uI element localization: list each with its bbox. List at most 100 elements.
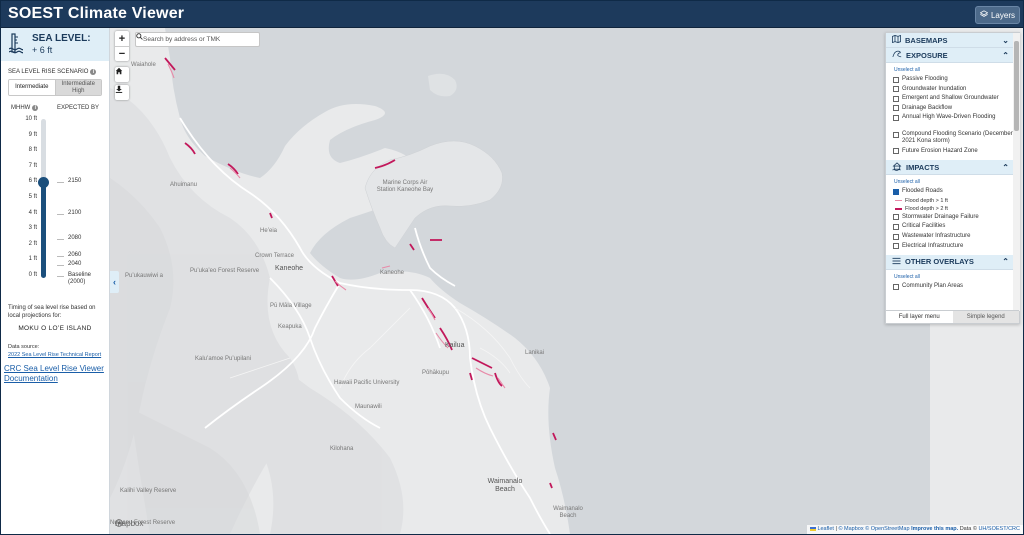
- map-place-label: Waimanalo Beach: [487, 478, 523, 494]
- zoom-in-button[interactable]: +: [115, 31, 129, 46]
- mhhw-label: MHHW: [11, 105, 31, 111]
- documentation-link[interactable]: CRC Sea Level Rise Viewer Documentation: [4, 364, 108, 383]
- year-tick-mark: [57, 182, 64, 184]
- island-name: MOKU O LOʻE ISLAND: [18, 325, 92, 332]
- overlay-layer-item[interactable]: Community Plan Areas: [886, 282, 1013, 292]
- tab-full-layer-menu[interactable]: Full layer menu: [886, 311, 953, 323]
- map-place-label: Ahuimanu: [170, 182, 198, 188]
- section-exposure[interactable]: EXPOSURE ⌃: [886, 48, 1013, 63]
- sea-level-tick-label: 8 ft: [28, 147, 37, 154]
- impact-layer-item[interactable]: Wastewater Infrastructure: [886, 232, 1013, 242]
- download-button[interactable]: [115, 85, 129, 100]
- mapbox-attribution-link[interactable]: © Mapbox: [838, 526, 863, 532]
- checkbox[interactable]: [893, 131, 899, 138]
- exposure-layer-item[interactable]: Passive Flooding: [886, 75, 1013, 85]
- layer-label: Community Plan Areas: [902, 283, 964, 290]
- scenario-label: SEA LEVEL RISE SCENARIO i: [8, 69, 97, 75]
- data-credit: Data ©: [959, 526, 977, 532]
- exposure-layer-item[interactable]: Groundwater Inundation: [886, 85, 1013, 95]
- other-overlays-title: OTHER OVERLAYS: [905, 257, 974, 267]
- map-place-label: Keapuka: [278, 324, 302, 330]
- scrollbar-thumb[interactable]: [1014, 41, 1019, 131]
- improve-map-link[interactable]: Improve this map.: [911, 526, 958, 532]
- section-basemaps[interactable]: BASEMAPS ⌄: [886, 33, 1013, 48]
- exposure-unselect-all[interactable]: Unselect all: [886, 63, 1013, 75]
- info-icon[interactable]: i: [90, 69, 97, 75]
- exposure-layer-item[interactable]: Emergent and Shallow Groundwater: [886, 94, 1013, 104]
- layer-label: Passive Flooding: [902, 76, 948, 83]
- checkbox[interactable]: [893, 283, 899, 290]
- map-place-label: Maunawili: [355, 404, 382, 410]
- exposure-layer-item[interactable]: Drainage Backflow: [886, 104, 1013, 114]
- map-place-label: Puʻukaʻeo Forest Reserve: [190, 268, 260, 274]
- scenario-intermediate-button[interactable]: Intermediate: [9, 80, 56, 95]
- app-title: SOEST Climate Viewer: [8, 5, 185, 22]
- timing-description: Timing of sea level rise based on local …: [8, 305, 96, 320]
- checkbox[interactable]: [893, 148, 899, 155]
- checkbox[interactable]: [893, 233, 899, 240]
- zoom-out-button[interactable]: −: [115, 46, 129, 61]
- map-place-label: Puʻukauwiwi a: [125, 273, 164, 279]
- impact-layer-item[interactable]: Stormwater Drainage Failure: [886, 213, 1013, 223]
- exposure-title: EXPOSURE: [906, 50, 948, 60]
- impact-layer-item[interactable]: Critical Facilities: [886, 222, 1013, 232]
- osm-link[interactable]: © OpenStreetMap: [865, 526, 909, 532]
- checkbox[interactable]: [893, 114, 899, 121]
- checkbox[interactable]: [893, 214, 899, 221]
- year-tick-mark: [57, 276, 64, 277]
- layer-label: Critical Facilities: [902, 223, 946, 230]
- info-icon[interactable]: i: [32, 105, 39, 111]
- year-label: 2080: [68, 234, 82, 241]
- zoom-control: + −: [115, 31, 129, 61]
- exposure-layer-item[interactable]: Future Erosion Hazard Zone: [886, 147, 1013, 157]
- map-place-label: Kailua: [445, 342, 465, 349]
- sea-level-tick-label: 10 ft: [25, 116, 37, 122]
- impacts-unselect-all[interactable]: Unselect all: [886, 175, 1013, 187]
- sea-level-tick-label: 3 ft: [28, 225, 37, 232]
- data-source-link[interactable]: 2022 Sea Level Rise Technical Report: [8, 352, 101, 358]
- layers-panel: BASEMAPS ⌄ EXPOSURE ⌃ Unselect all Passi…: [885, 32, 1020, 324]
- chevron-up-icon: ⌃: [1002, 257, 1009, 267]
- checkbox[interactable]: [893, 223, 899, 230]
- section-impacts[interactable]: IMPACTS ⌃: [886, 160, 1013, 176]
- soest-link[interactable]: UH/SOEST/CRC: [978, 526, 1020, 532]
- search-input[interactable]: [143, 36, 251, 43]
- exposure-layer-item[interactable]: Annual High Wave-Driven Flooding: [886, 113, 1013, 123]
- layer-label: Flooded Roads: [902, 188, 943, 195]
- app-window: SOEST Climate Viewer Layers SEA LEVEL: +…: [1, 1, 1023, 534]
- basemaps-title: BASEMAPS: [905, 35, 948, 45]
- legend-line-dark: [895, 207, 902, 210]
- leaflet-link[interactable]: Leaflet: [817, 526, 834, 532]
- checkbox[interactable]: [893, 95, 899, 102]
- home-button[interactable]: [115, 67, 129, 82]
- checkbox[interactable]: [893, 76, 899, 83]
- sea-level-tick-label: 2 ft: [28, 240, 37, 247]
- tab-simple-legend[interactable]: Simple legend: [952, 311, 1019, 323]
- layers-button[interactable]: Layers: [975, 6, 1020, 24]
- flag-icon: [809, 526, 816, 531]
- impact-layer-item[interactable]: Electrical Infrastructure: [886, 241, 1013, 251]
- scenario-label-text: SEA LEVEL RISE SCENARIO: [8, 69, 89, 75]
- map-place-label: Marine Corps Air Station Kaneohe Bay: [376, 180, 434, 193]
- year-tick-mark: [57, 265, 64, 267]
- exposure-layer-item[interactable]: Compound Flooding Scenario (December 202…: [886, 130, 1013, 147]
- search-bar[interactable]: [135, 32, 260, 47]
- checkbox-checked[interactable]: [893, 188, 899, 195]
- checkbox[interactable]: [893, 86, 899, 93]
- map-place-label: Pōhākupu: [422, 370, 450, 376]
- layers-panel-tabs: Full layer menu Simple legend: [886, 310, 1019, 323]
- map-place-label: Kilohana: [330, 446, 354, 452]
- layers-scrollbar[interactable]: [1013, 33, 1020, 311]
- section-other-overlays[interactable]: OTHER OVERLAYS ⌃: [886, 254, 1013, 270]
- checkbox[interactable]: [893, 243, 899, 250]
- sea-level-slider-handle[interactable]: [38, 176, 49, 188]
- legend-line-light: [895, 199, 902, 202]
- layer-label: Drainage Backflow: [902, 104, 953, 111]
- other-unselect-all[interactable]: Unselect all: [886, 270, 1013, 282]
- checkbox[interactable]: [893, 105, 899, 112]
- layer-label: Emergent and Shallow Groundwater: [902, 95, 999, 102]
- layer-flooded-roads[interactable]: Flooded Roads: [886, 187, 1013, 197]
- legend-flood-2ft: Flood depth > 2 ft: [886, 205, 1013, 213]
- collapse-panel-button[interactable]: ‹: [110, 271, 119, 293]
- scenario-intermediate-high-button[interactable]: Intermediate High: [55, 80, 101, 95]
